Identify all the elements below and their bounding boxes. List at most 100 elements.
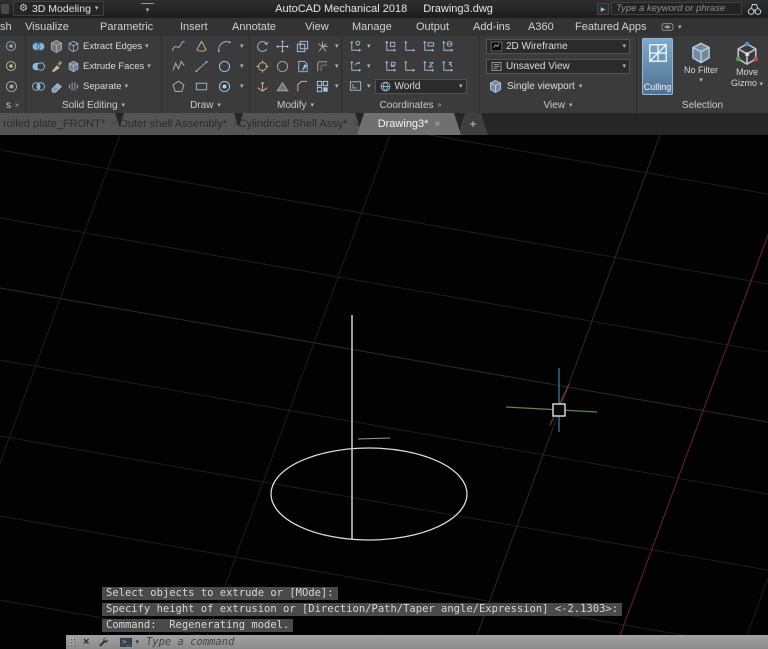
file-tab-cylindrical-shell[interactable]: Cylindrical Shell Assy* × [236, 113, 362, 135]
chevron-down-icon[interactable]: ▾ [335, 83, 339, 90]
slice-tool-icon[interactable] [4, 79, 19, 94]
visual-style-combobox[interactable]: 2D Wireframe ▾ [486, 39, 630, 54]
intersect-icon[interactable] [31, 79, 46, 94]
polygon-icon[interactable] [171, 79, 186, 94]
close-icon[interactable]: × [434, 119, 440, 130]
search-input[interactable] [611, 2, 742, 15]
ribbon-tab-output[interactable]: Output [416, 18, 449, 36]
ucs-object-icon[interactable] [402, 59, 417, 74]
ribbon-tab-view[interactable]: View [305, 18, 329, 36]
panel-label-view[interactable]: View▾ [480, 100, 636, 111]
copy-icon[interactable] [295, 39, 310, 54]
subtract-icon[interactable] [31, 59, 46, 74]
fillet-icon[interactable] [315, 59, 330, 74]
chamfer-icon[interactable] [295, 79, 310, 94]
chevron-down-icon[interactable]: ▾ [335, 43, 339, 50]
ribbon-tab-mesh-partial[interactable]: sh [0, 18, 12, 36]
chevron-down-icon[interactable]: ▾ [367, 83, 371, 90]
panel-label-modify[interactable]: Modify▾ [250, 100, 341, 111]
panel-launcher-icon[interactable]: » [438, 102, 442, 109]
ucs-previous-icon[interactable] [383, 59, 398, 74]
chevron-down-icon[interactable]: ▾ [135, 638, 139, 646]
ribbon-tab-manage[interactable]: Manage [352, 18, 392, 36]
interfere-icon[interactable] [49, 39, 64, 54]
close-icon[interactable]: × [354, 119, 360, 130]
fillet-edge-icon[interactable] [49, 59, 64, 74]
chevron-down-icon[interactable]: ▾ [579, 83, 583, 90]
search-binoculars-icon[interactable] [746, 1, 763, 17]
chevron-down-icon[interactable]: ▾ [240, 83, 244, 90]
close-icon[interactable]: × [233, 119, 239, 130]
search-expand-button[interactable]: ▶ [597, 3, 609, 15]
ribbon-tab-featured-apps[interactable]: Featured Apps [575, 18, 647, 36]
color-faces-icon[interactable] [49, 79, 64, 94]
qat-partial-icon[interactable] [1, 4, 9, 14]
ribbon-tab-addins[interactable]: Add-ins [473, 18, 510, 36]
move-gizmo-button[interactable]: Move Gizmo ▾ [727, 41, 767, 89]
line-icon[interactable] [194, 59, 209, 74]
ribbon-tab-a360[interactable]: A360 [528, 18, 554, 36]
circle-modify-icon[interactable] [275, 59, 290, 74]
command-bar-drag-handle[interactable] [69, 637, 75, 647]
extract-edges-button[interactable]: Extract Edges [83, 41, 142, 52]
ucs-z-axis-icon[interactable] [421, 59, 436, 74]
chevron-down-icon[interactable]: ▾ [367, 43, 371, 50]
panel-expand-icon[interactable]: » [15, 102, 19, 109]
chevron-down-icon[interactable]: ▾ [240, 43, 244, 50]
ucs-view-icon[interactable] [348, 79, 363, 94]
loft-icon[interactable] [194, 39, 209, 54]
ucs-origin-box-icon[interactable] [383, 39, 398, 54]
separate-button[interactable]: Separate [83, 81, 122, 92]
wrench-icon[interactable] [97, 636, 109, 648]
panel-label-draw[interactable]: Draw▾ [162, 100, 249, 111]
move-icon[interactable] [275, 39, 290, 54]
workspace-switcher[interactable]: ⚙ 3D Modeling ▾ [13, 1, 104, 16]
polyline-icon[interactable] [171, 59, 186, 74]
file-tab-drawing3[interactable]: Drawing3* × [357, 113, 461, 135]
ucs-world-icon[interactable] [440, 39, 455, 54]
union-icon[interactable] [31, 39, 46, 54]
align-icon[interactable] [295, 59, 310, 74]
circle-icon[interactable] [217, 59, 232, 74]
circle-geometry[interactable] [271, 448, 467, 540]
ucs-named-icon[interactable] [348, 59, 363, 74]
panel-partial-label[interactable]: s [6, 100, 11, 111]
rotate-3d-icon[interactable] [255, 39, 270, 54]
file-tab-rolled-plate[interactable]: ll rolled plate_FRONT* × [0, 113, 122, 135]
chevron-down-icon[interactable]: ▾ [367, 63, 371, 70]
panel-label-solid-editing[interactable]: Solid Editing▾ [26, 100, 161, 111]
ucs-3point-icon[interactable] [440, 59, 455, 74]
drawing-canvas[interactable]: Select objects to extrude or [MOde]: Spe… [0, 135, 768, 649]
rectangle-icon[interactable] [194, 79, 209, 94]
qat-customize-button[interactable]: ▾ [141, 3, 154, 15]
mirror-3d-icon[interactable] [255, 59, 270, 74]
chevron-down-icon[interactable]: ▾ [240, 63, 244, 70]
viewport-config-button[interactable]: Single viewport [507, 81, 575, 92]
chevron-down-icon[interactable]: ▾ [147, 63, 151, 70]
chevron-down-icon[interactable]: ▾ [145, 43, 149, 50]
scale-3d-icon[interactable] [255, 79, 270, 94]
spline-icon[interactable] [171, 39, 186, 54]
file-tab-outer-shell[interactable]: Outer shell Assembly* × [117, 113, 241, 135]
chevron-down-icon[interactable]: ▾ [335, 63, 339, 70]
command-input[interactable] [146, 636, 768, 648]
ribbon-tab-parametric[interactable]: Parametric [100, 18, 153, 36]
panel-label-coordinates[interactable]: Coordinates» [342, 100, 479, 111]
command-prompt-icon[interactable]: >_ [119, 637, 133, 648]
ellipse-icon[interactable] [217, 79, 232, 94]
ribbon-display-options-button[interactable]: ▾ [660, 22, 682, 32]
ribbon-tab-insert[interactable]: Insert [180, 18, 208, 36]
ucs-icon[interactable] [402, 39, 417, 54]
explode-icon[interactable] [315, 39, 330, 54]
ribbon-tab-visualize[interactable]: Visualize [25, 18, 69, 36]
solid-tool-icon[interactable] [4, 59, 19, 74]
close-icon[interactable]: × [111, 119, 117, 130]
no-filter-button[interactable]: No Filter ▾ [679, 41, 723, 84]
extrude-faces-button[interactable]: Extrude Faces [83, 61, 144, 72]
ribbon-tab-annotate[interactable]: Annotate [232, 18, 276, 36]
array-icon[interactable] [315, 79, 330, 94]
named-view-combobox[interactable]: Unsaved View ▾ [486, 59, 630, 74]
culling-toggle-button[interactable]: Culling [642, 38, 673, 95]
solid-tool-icon[interactable] [4, 39, 19, 54]
stretch-icon[interactable] [275, 79, 290, 94]
